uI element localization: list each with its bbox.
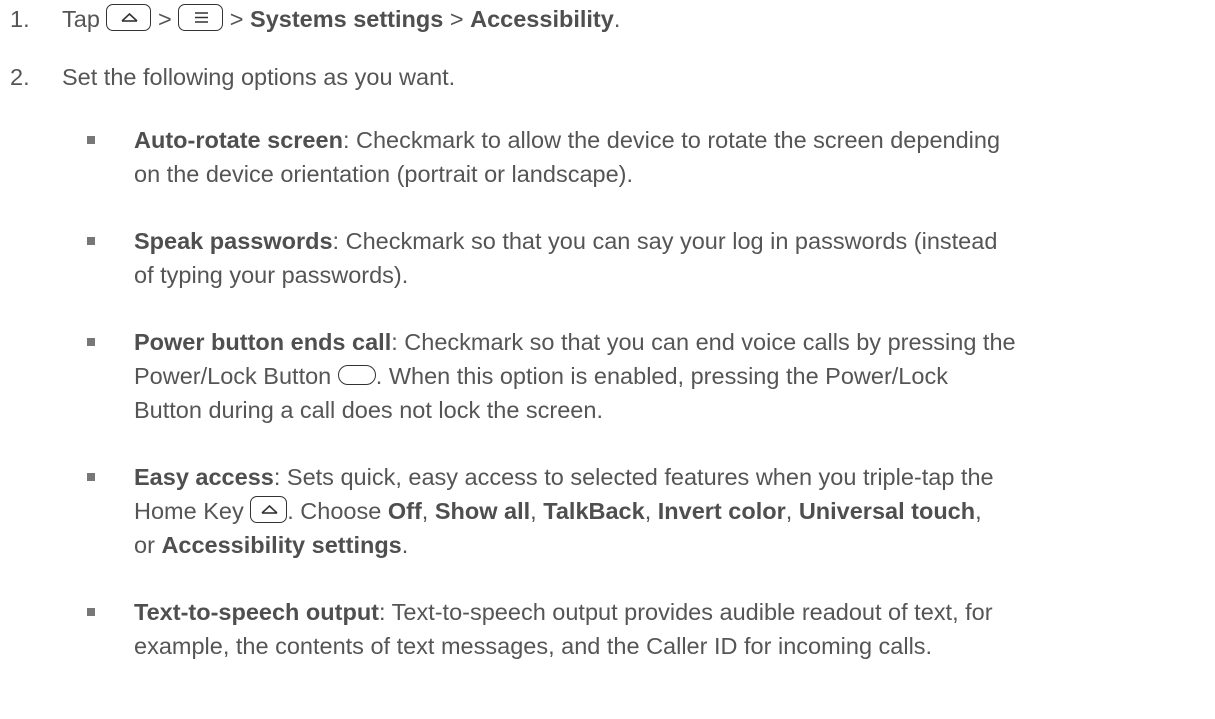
choice-accessibility-settings: Accessibility settings (161, 532, 402, 558)
choice-off: Off (387, 498, 422, 524)
step-number: 2. (10, 64, 30, 90)
option-title: Auto-rotate screen (134, 127, 343, 153)
choice-universal-touch: Universal touch (798, 498, 976, 524)
option-title: Speak passwords (134, 228, 333, 254)
step-text: Set the following options as you want. (62, 64, 456, 90)
bullet-icon (87, 136, 95, 144)
menu-key-icon (178, 4, 224, 31)
settings-path-accessibility: Accessibility (470, 6, 614, 32)
choice-talkback: TalkBack (543, 498, 645, 524)
page: { "step1": { "num": "1.", "tap": "Tap", … (0, 0, 1215, 719)
step-number: 1. (10, 6, 30, 32)
choice-invert-color: Invert color (657, 498, 786, 524)
bullet-icon (87, 237, 95, 245)
choice-show-all: Show all (434, 498, 531, 524)
home-key-icon (250, 496, 288, 523)
power-lock-button-icon (337, 365, 376, 385)
option-title: Easy access (134, 464, 274, 490)
option-title: Power button ends call (134, 329, 392, 355)
bullet-icon (87, 338, 95, 346)
option-title: Text-to-speech output (134, 599, 379, 625)
home-key-icon (106, 4, 152, 31)
bullet-icon (87, 608, 95, 616)
settings-path-systems: Systems settings (250, 6, 444, 32)
step-text: Tap > > Systems settings > Accessibility… (62, 4, 621, 32)
bullet-icon (87, 473, 95, 481)
